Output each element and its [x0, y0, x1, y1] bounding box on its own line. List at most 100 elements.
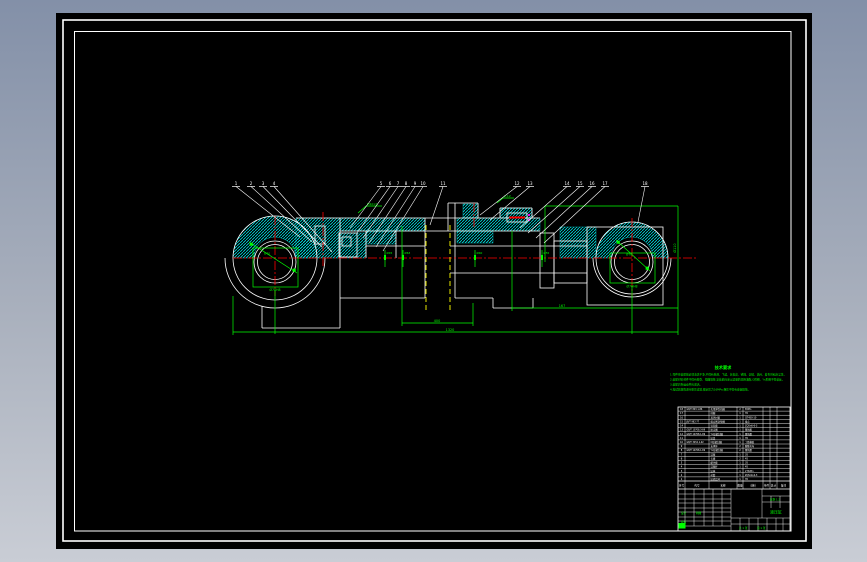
bom-name: 活塞 — [711, 452, 716, 456]
callout-number-14: 14 — [564, 181, 570, 186]
bom-header: 代号 — [694, 483, 700, 487]
bore-dim-label: Ø45 — [387, 250, 393, 255]
dim-thread-leader: M10×1 — [367, 202, 378, 206]
callout-number-11: 11 — [440, 181, 446, 186]
title-block-entry: 校核 — [681, 520, 687, 524]
callout-number-3: 3 — [262, 181, 265, 186]
dim-stroke: 400 — [434, 319, 440, 323]
callout-number-13: 13 — [527, 181, 533, 186]
callout-number-7: 7 — [397, 181, 400, 186]
bom-name: 挡圈 — [711, 411, 716, 415]
bom-material: ZQSn6-6-3 — [745, 425, 758, 428]
note-line-3: 3.装配后各运动件应灵活。 — [670, 383, 702, 387]
bom-material: ZQSn6-6-3 — [745, 474, 758, 477]
callout-number-16: 16 — [589, 181, 595, 186]
bom-code: GB/T 3452.1-92 — [687, 441, 705, 444]
bom-no: 12 — [680, 433, 684, 436]
callout-number-1: 1 — [235, 181, 238, 186]
bom-material: 组合 — [745, 419, 750, 423]
bom-no: 11 — [680, 437, 684, 440]
callout-number-10: 10 — [420, 181, 426, 186]
title-block-entry: 制图 — [696, 511, 702, 515]
title-block-entry: 共 1 张 — [739, 526, 748, 530]
note-line-2: 2.装配时密封件不得有擦伤、扭曲现象,安装前应涂以适量的润滑油脂,O形圈、Yx形… — [670, 378, 784, 382]
bom-no: 13 — [680, 429, 684, 432]
bom-header: 材料 — [750, 483, 756, 487]
cad-canvas[interactable]: 1320 400 167 Ø110 Ø70H8 Ø70H8 Ø70 Ø70 M1… — [0, 0, 867, 562]
callout-number-15: 15 — [577, 181, 583, 186]
dim-right-eye: Ø70H8 — [627, 284, 638, 289]
bom-name: 缸盖 — [711, 436, 716, 440]
dim-right-vertical: Ø110 — [672, 243, 677, 252]
gland-flange-section — [462, 203, 479, 219]
title-block-entry: 设计 — [681, 511, 687, 515]
bom-code: GB/T 10708.1-89 — [687, 449, 706, 452]
dim-right-eye-diag: Ø70 — [626, 252, 632, 257]
detail-dot-1 — [527, 213, 531, 217]
bom-name: O形密封圈 — [711, 440, 723, 444]
bom-name: 组合密封垫圈 — [711, 419, 726, 423]
bom-material: 聚氨酯 — [745, 448, 753, 452]
bom-name: 缓冲套 — [711, 461, 719, 465]
bom-no: 14 — [680, 425, 684, 428]
callout-number-4: 4 — [273, 181, 276, 186]
bom-material: QT450-10 — [745, 416, 757, 419]
title-block-entry: 第 1 张 — [757, 526, 766, 530]
bore-dim-arrow — [402, 255, 404, 260]
note-line-1: 1.零件在装配前必须清洗干净,不得有毛刺、飞边、氧化皮、锈蚀、切屑、油污、着色剂… — [670, 373, 786, 377]
bom-material: 丁腈橡胶 — [745, 440, 755, 444]
bom-no: 15 — [680, 420, 684, 423]
dim-left-eye: Ø70H8 — [270, 287, 281, 292]
bom-header: 序号 — [679, 483, 685, 487]
bom-name: 衬套 — [711, 473, 716, 477]
bore-dim-arrow — [384, 255, 386, 260]
notes-title: 技术要求 — [715, 364, 733, 371]
bom-header: 数量 — [737, 483, 743, 487]
gland-inner-section — [456, 230, 494, 244]
bom-name: 缸底耳环 — [711, 477, 721, 481]
callout-number-5: 5 — [380, 181, 383, 186]
bom-header: 单件 — [764, 483, 770, 487]
drawing-title: 液压缸 — [770, 509, 782, 515]
bore-dim-arrow — [541, 255, 543, 260]
left-cap-section — [295, 217, 341, 259]
bom-code: GB/T 10708.3-89 — [687, 429, 706, 432]
bom-header: 备注 — [781, 483, 787, 487]
bom-name: 缸体 — [711, 469, 716, 473]
bom-name: 活塞杆 — [711, 465, 719, 469]
callout-number-8: 8 — [405, 181, 408, 186]
bom-name: 支承环 — [711, 444, 719, 448]
callout-number-6: 6 — [389, 181, 392, 186]
bore-dim-label: Ø63 — [405, 250, 411, 255]
bom-name: 孔用弹性挡圈 — [711, 407, 726, 411]
bom-material: 聚氨酯 — [745, 428, 753, 432]
viewer-background: 1320 400 167 Ø110 Ø70H8 Ø70H8 Ø70 Ø70 M1… — [0, 0, 867, 562]
bom-header: 名称 — [720, 483, 726, 487]
callout-number-12: 12 — [514, 181, 520, 186]
dim-overall: 1320 — [446, 328, 455, 332]
bom-no: 10 — [680, 441, 684, 444]
bom-name: 卡键 — [711, 456, 716, 460]
title-block-entry: 比例 1:2 — [770, 498, 781, 502]
bom-name: 耳环衬套 — [711, 415, 721, 419]
bom-name: 防尘圈 — [711, 428, 719, 432]
bom-code: GB/T 893.1-86 — [687, 408, 703, 411]
bom-no: 16 — [680, 416, 684, 419]
bom-name: Yx形密封圈 — [711, 448, 724, 452]
callout-number-17: 17 — [602, 181, 608, 186]
gland-wall-section — [456, 217, 541, 232]
bom-code: JB/T 982-77 — [686, 420, 700, 423]
bom-material: 27SiMn — [745, 470, 754, 473]
bom-material: 酚醛夹布 — [745, 444, 755, 448]
bom-material: 聚氨酯 — [745, 432, 753, 436]
bom-material: 65Mn — [745, 408, 752, 411]
bom-no: 18 — [680, 408, 684, 411]
bom-name: Yx形密封圈 — [711, 432, 724, 436]
callout-number-2: 2 — [250, 181, 253, 186]
dim-head-length: 167 — [559, 304, 565, 308]
bom-code: GB/T 10708.1-89 — [687, 433, 706, 436]
bom-no: 17 — [680, 412, 684, 415]
bom-header: 总计 — [771, 483, 777, 487]
bore-dim-arrow — [474, 255, 476, 260]
bore-dim-label: Ø55 — [544, 250, 550, 255]
